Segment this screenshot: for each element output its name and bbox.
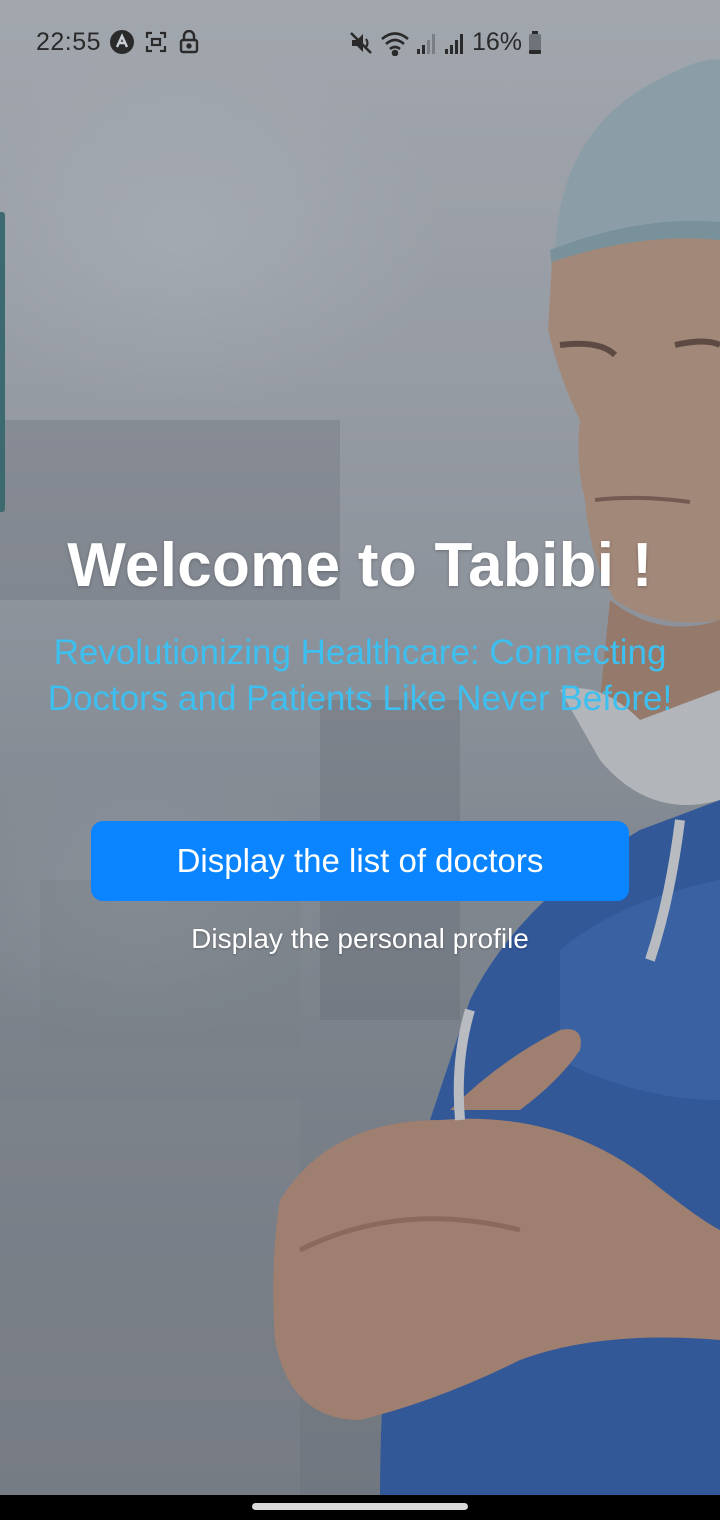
display-doctors-button[interactable]: Display the list of doctors [91,821,629,901]
status-right-icons: 16% [348,28,542,57]
app-notification-icon [110,30,134,54]
signal-icon [444,31,466,55]
welcome-screen: 22:55 16% Welcome to Tabibi ! Revolution… [0,0,720,1520]
display-profile-link[interactable]: Display the personal profile [0,923,720,955]
photo-dim-overlay [0,0,720,1495]
wifi-icon [380,30,410,56]
mute-icon [348,30,374,56]
status-left-icons [110,29,200,54]
battery-percent: 16% [471,28,522,56]
home-indicator[interactable] [252,1503,468,1510]
lock-icon [178,29,200,54]
battery-icon [528,30,542,55]
status-time: 22:55 [36,28,102,56]
signal-icon [416,31,438,55]
edge-handle[interactable] [0,212,5,512]
welcome-title: Welcome to Tabibi ! [67,531,653,600]
screenshot-icon [144,30,168,54]
welcome-subtitle: Revolutionizing Healthcare: Connecting D… [47,633,673,718]
status-bar: 22:55 16% [0,0,720,84]
